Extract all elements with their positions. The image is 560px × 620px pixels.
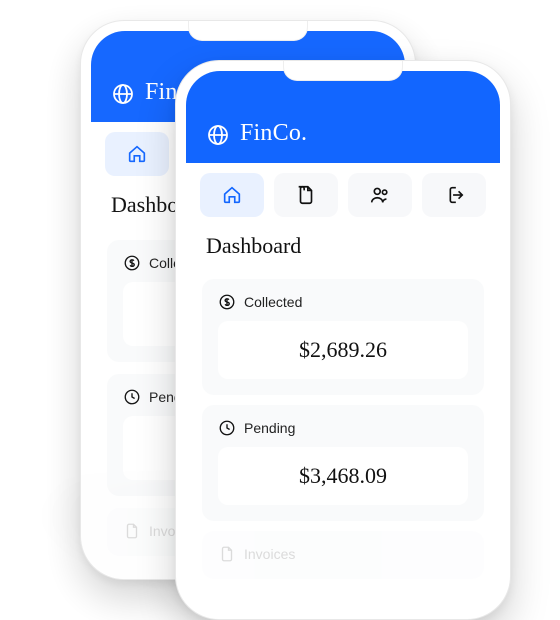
nav-home[interactable] [105,132,169,176]
nav-bar [186,163,500,227]
home-icon [221,184,243,206]
home-icon [126,143,148,165]
phone-mockup-front: FinCo. Dashboard Collected [175,60,511,620]
invoices-icon [123,522,141,540]
screen-front: FinCo. Dashboard Collected [186,71,500,609]
logout-icon [443,184,465,206]
clock-icon [218,419,236,437]
nav-documents[interactable] [274,173,338,217]
phone-notch [188,21,308,41]
nav-users[interactable] [348,173,412,217]
app-header: FinCo. [186,71,500,163]
card-pending-value: $3,468.09 [218,447,468,505]
clock-icon [123,388,141,406]
card-pending: Pending $3,468.09 [202,405,484,521]
card-collected-label: Collected [244,294,302,310]
documents-icon [295,184,317,206]
invoices-icon [218,545,236,563]
card-invoices: Invoices [202,531,484,579]
nav-logout[interactable] [422,173,486,217]
dollar-circle-icon [218,293,236,311]
page-title: Dashboard [202,227,484,269]
card-collected: Collected $2,689.26 [202,279,484,395]
users-icon [369,184,391,206]
brand-name: FinCo. [240,120,307,147]
card-collected-value: $2,689.26 [218,321,468,379]
nav-home[interactable] [200,173,264,217]
card-collected-header: Collected [218,293,468,311]
card-pending-label: Pending [244,420,295,436]
card-invoices-header: Invoices [218,545,468,563]
dollar-circle-icon [123,254,141,272]
globe-icon [206,123,230,147]
card-invoices-label: Invoices [244,546,295,562]
globe-icon [111,82,135,106]
card-pending-header: Pending [218,419,468,437]
content: Dashboard Collected $2,689.26 Pending $3… [186,227,500,595]
phone-notch [283,61,403,81]
